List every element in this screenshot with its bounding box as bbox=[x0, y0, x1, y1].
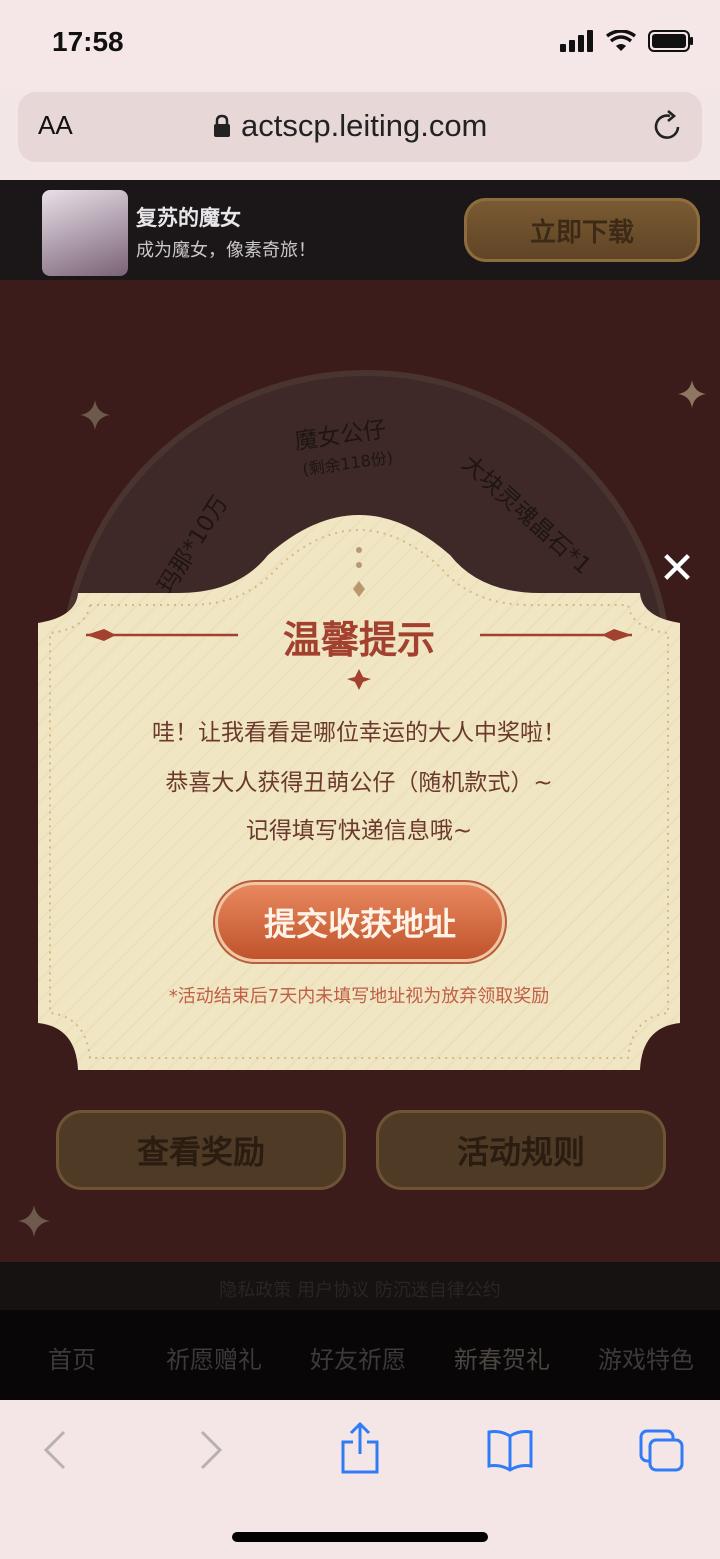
sparkle-icon bbox=[18, 1205, 50, 1237]
status-icons bbox=[560, 30, 694, 52]
activity-rules-button[interactable]: 活动规则 bbox=[376, 1110, 666, 1190]
status-time: 17:58 bbox=[52, 26, 124, 57]
footer: 隐私政策 用户协议 防沉迷自律公约 bbox=[0, 1262, 720, 1310]
address-bar[interactable]: AA actscp.leiting.com bbox=[18, 92, 702, 162]
banner-subtitle: 成为魔女，像素奇旅！ bbox=[136, 240, 316, 261]
url-text: actscp.leiting.com bbox=[241, 108, 488, 143]
url-field[interactable]: actscp.leiting.com bbox=[213, 108, 487, 144]
wifi-icon bbox=[606, 30, 636, 51]
modal-line-1: 哇！让我看看是哪位幸运的大人中奖啦！ bbox=[152, 720, 566, 746]
nav-item-wish-gifts[interactable]: 祈愿赠礼 bbox=[166, 1340, 262, 1375]
modal-line-3: 记得填写快递信息哦~ bbox=[245, 818, 473, 844]
notice-modal: 温馨提示 哇！让我看看是哪位幸运的大人中奖啦！ 恭喜大人获得丑萌公仔（随机款式）… bbox=[38, 505, 680, 1070]
forward-icon[interactable] bbox=[196, 1428, 226, 1472]
back-icon[interactable] bbox=[40, 1428, 70, 1472]
footer-links[interactable]: 隐私政策 用户协议 防沉迷自律公约 bbox=[0, 1276, 720, 1302]
nav-item-home[interactable]: 首页 bbox=[48, 1340, 96, 1375]
reload-icon[interactable] bbox=[652, 109, 684, 143]
bottom-nav: 首页 祈愿赠礼 好友祈愿 新春贺礼 游戏特色 bbox=[0, 1310, 720, 1400]
nav-item-friend-wish[interactable]: 好友祈愿 bbox=[310, 1340, 406, 1375]
modal-note: *活动结束后7天内未填写地址视为放弃领取奖励 bbox=[168, 986, 550, 1007]
banner-title: 复苏的魔女 bbox=[136, 206, 241, 230]
tabs-icon[interactable] bbox=[638, 1428, 686, 1474]
text-size-button[interactable]: AA bbox=[38, 110, 73, 141]
bookmarks-icon[interactable] bbox=[486, 1428, 534, 1472]
nav-item-features[interactable]: 游戏特色 bbox=[598, 1340, 694, 1375]
modal-title: 温馨提示 bbox=[282, 618, 435, 662]
submit-address-button[interactable]: 提交收获地址 bbox=[218, 885, 502, 959]
app-avatar bbox=[42, 190, 128, 276]
home-indicator bbox=[232, 1532, 488, 1542]
app-banner: 复苏的魔女 成为魔女，像素奇旅！ 立即下载 bbox=[0, 180, 720, 280]
nav-item-new-year[interactable]: 新春贺礼 bbox=[454, 1340, 550, 1375]
lock-icon bbox=[214, 114, 230, 137]
sparkle-icon bbox=[678, 380, 706, 408]
signal-icon bbox=[560, 30, 593, 52]
view-rewards-button[interactable]: 查看奖励 bbox=[56, 1110, 346, 1190]
modal-line-2: 恭喜大人获得丑萌公仔（随机款式）~ bbox=[165, 770, 553, 796]
download-button[interactable]: 立即下载 bbox=[464, 198, 700, 262]
battery-icon bbox=[648, 30, 693, 52]
sparkle-icon bbox=[80, 400, 110, 430]
close-icon[interactable]: ✕ bbox=[656, 547, 698, 591]
status-bar: 17:58 bbox=[0, 0, 720, 90]
share-icon[interactable] bbox=[340, 1422, 380, 1474]
